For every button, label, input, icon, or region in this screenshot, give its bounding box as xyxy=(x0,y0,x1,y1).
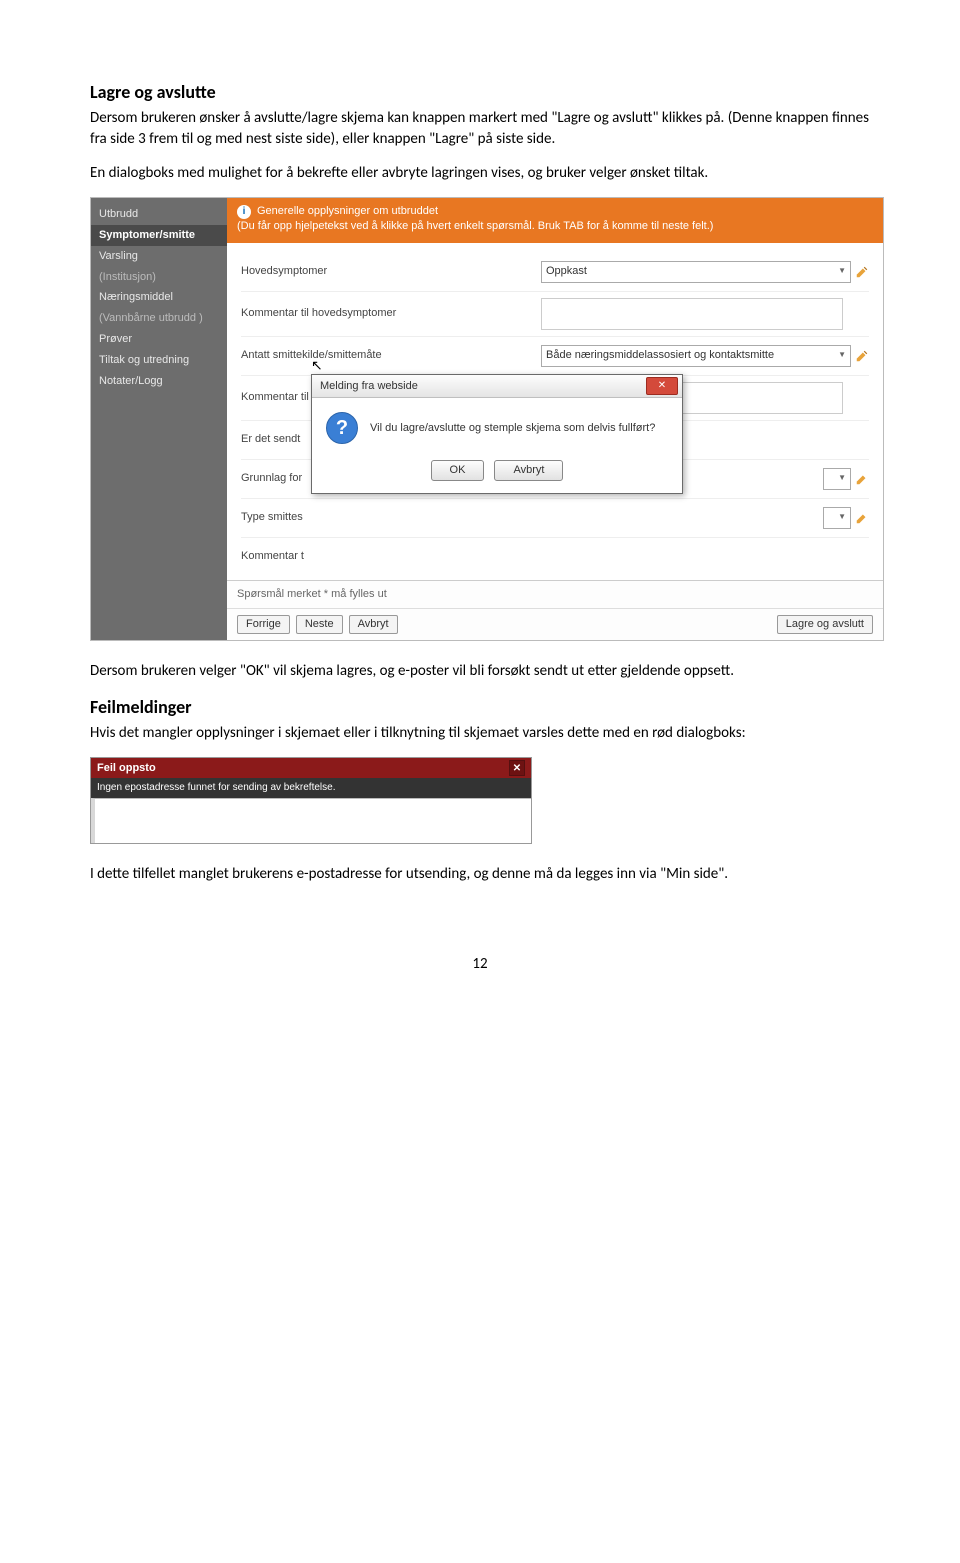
sidebar-item[interactable]: Varsling xyxy=(91,246,227,267)
sidebar: Utbrudd Symptomer/smitte Varsling (Insti… xyxy=(91,198,227,639)
sidebar-item[interactable]: Utbrudd xyxy=(91,204,227,225)
lagre-og-avslutt-button[interactable]: Lagre og avslutt xyxy=(777,615,873,634)
field-label: Hovedsymptomer xyxy=(241,264,541,279)
smittekilde-select[interactable]: Både næringsmiddelassosiert og kontaktsm… xyxy=(541,345,851,367)
question-icon: ? xyxy=(326,412,358,444)
sidebar-item-selected[interactable]: Symptomer/smitte xyxy=(91,225,227,246)
paragraph: I dette tilfellet manglet brukerens e-po… xyxy=(90,864,870,884)
dialog-message: Vil du lagre/avslutte og stemple skjema … xyxy=(370,421,655,436)
kommentar-hovedsymptomer-input[interactable] xyxy=(541,298,843,330)
hovedsymptomer-select[interactable]: Oppkast▼ xyxy=(541,261,851,283)
banner-title: Generelle opplysninger om utbruddet xyxy=(257,204,438,219)
error-message: Ingen epostadresse funnet for sending av… xyxy=(91,778,531,798)
screenshot-form-dialog: Utbrudd Symptomer/smitte Varsling (Insti… xyxy=(90,197,884,640)
paragraph: Hvis det mangler opplysninger i skjemaet… xyxy=(90,723,870,743)
sidebar-item-disabled: (Vannbårne utbrudd ) xyxy=(91,308,227,329)
info-icon: i xyxy=(237,205,251,219)
sidebar-item[interactable]: Tiltak og utredning xyxy=(91,350,227,371)
screenshot-error: Feil oppsto ✕ Ingen epostadresse funnet … xyxy=(90,757,530,844)
error-title: Feil oppsto xyxy=(97,761,156,776)
page-number: 12 xyxy=(90,954,870,974)
field-label-truncated: Type smittes xyxy=(241,510,541,525)
field-label: Antatt smittekilde/smittemåte xyxy=(241,348,541,363)
confirm-dialog: Melding fra webside ✕ ? Vil du lagre/avs… xyxy=(311,374,683,494)
select-partial[interactable]: ▼ xyxy=(823,507,851,529)
banner-subtitle: (Du får opp hjelpetekst ved å klikke på … xyxy=(237,219,873,234)
sidebar-item[interactable]: Notater/Logg xyxy=(91,371,227,392)
sidebar-item[interactable]: Prøver xyxy=(91,329,227,350)
edit-icon[interactable] xyxy=(855,511,869,525)
field-label-truncated: Kommentar t xyxy=(241,549,541,564)
avbryt-button[interactable]: Avbryt xyxy=(349,615,398,634)
heading-lagre-og-avslutte: Lagre og avslutte xyxy=(90,80,870,104)
sidebar-item-disabled: (Institusjon) xyxy=(91,267,227,288)
paragraph: Dersom brukeren velger "OK" vil skjema l… xyxy=(90,661,870,681)
select-value: Oppkast xyxy=(546,264,587,279)
paragraph: En dialogboks med mulighet for å bekreft… xyxy=(90,163,870,183)
dialog-title: Melding fra webside xyxy=(320,379,418,394)
field-label: Kommentar til hovedsymptomer xyxy=(241,306,541,321)
ok-button[interactable]: OK xyxy=(431,460,485,481)
neste-button[interactable]: Neste xyxy=(296,615,343,634)
edit-icon[interactable] xyxy=(855,265,869,279)
sidebar-item[interactable]: Næringsmiddel xyxy=(91,287,227,308)
close-icon[interactable]: ✕ xyxy=(646,377,678,395)
avbryt-button[interactable]: Avbryt xyxy=(494,460,563,481)
required-note: Spørsmål merket * må fylles ut xyxy=(237,587,387,602)
edit-icon[interactable] xyxy=(855,472,869,486)
paragraph: Dersom brukeren ønsker å avslutte/lagre … xyxy=(90,108,870,149)
form-banner: i Generelle opplysninger om utbruddet (D… xyxy=(227,198,883,243)
error-body xyxy=(91,798,531,843)
close-icon[interactable]: ✕ xyxy=(509,760,525,776)
heading-feilmeldinger: Feilmeldinger xyxy=(90,695,870,719)
edit-icon[interactable] xyxy=(855,349,869,363)
cursor-icon: ↖ xyxy=(311,356,323,375)
select-partial[interactable]: ▼ xyxy=(823,468,851,490)
forrige-button[interactable]: Forrige xyxy=(237,615,290,634)
select-value: Både næringsmiddelassosiert og kontaktsm… xyxy=(546,348,774,363)
